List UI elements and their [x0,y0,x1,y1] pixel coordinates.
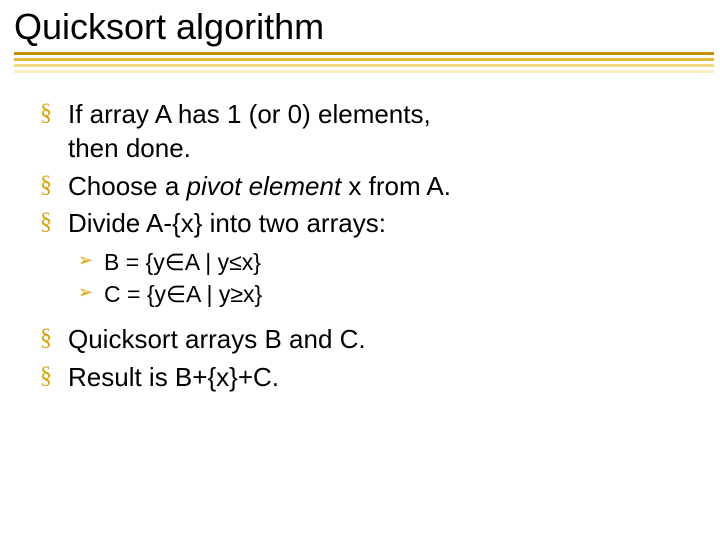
bullet-item-3: Divide A-{x} into two arrays: B = {y∈A |… [40,205,698,321]
sub-bullet-list: B = {y∈A | y≤x} C = {y∈A | y≥x} [68,247,698,311]
title-block: Quicksort algorithm [0,0,720,78]
page-title: Quicksort algorithm [14,6,706,48]
rule-line-1 [14,52,714,55]
sub-bullet-2-text: C = {y∈A | y≥x} [104,281,262,307]
body-text: If array A has 1 (or 0) elements, then d… [0,78,720,397]
bullet-item-5: Result is B+{x}+C. [40,359,698,397]
sub-bullet-1-text: B = {y∈A | y≤x} [104,249,261,275]
bullet-text-1b: then done. [68,133,191,163]
bullet-text-3: Divide A-{x} into two arrays: [68,208,386,238]
rule-line-4 [14,70,714,73]
title-underline [14,52,706,78]
slide: Quicksort algorithm If array A has 1 (or… [0,0,720,540]
bullet-list: If array A has 1 (or 0) elements, then d… [40,96,698,397]
bullet-text-2b: x from A. [341,171,451,201]
bullet-text-2a: Choose a [68,171,187,201]
bullet-item-4: Quicksort arrays B and C. [40,321,698,359]
bullet-text-1a: If array A has 1 (or 0) elements, [68,99,431,129]
rule-line-2 [14,58,714,61]
sub-bullet-2: C = {y∈A | y≥x} [78,279,698,311]
pivot-element-text: pivot element [187,171,342,201]
bullet-item-2: Choose a pivot element x from A. [40,168,698,206]
rule-line-3 [14,64,714,67]
bullet-text-4: Quicksort arrays B and C. [68,324,366,354]
bullet-item-1: If array A has 1 (or 0) elements, then d… [40,96,698,168]
sub-bullet-1: B = {y∈A | y≤x} [78,247,698,279]
bullet-text-5: Result is B+{x}+C. [68,362,279,392]
